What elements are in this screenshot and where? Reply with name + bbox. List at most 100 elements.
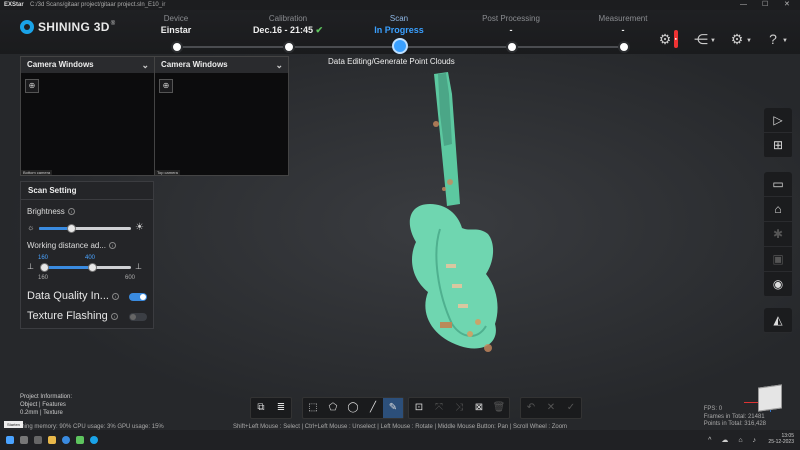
help-icon[interactable]: ? ▼ xyxy=(764,30,788,48)
camera-caption: Bottom camera xyxy=(21,170,53,175)
save-icon[interactable]: ▣ xyxy=(764,247,792,272)
rect-select-icon[interactable]: ⬚ xyxy=(303,398,323,418)
chevron-down-icon[interactable]: ⌄ xyxy=(275,57,283,73)
edit-toolbar: ⊡ ⤧ ⤨ ⊠ 🗑 xyxy=(408,397,510,419)
step-dot-device[interactable] xyxy=(171,41,183,53)
delete-icon[interactable]: 🗑 xyxy=(489,398,509,418)
pickup-3 xyxy=(458,304,468,308)
calibration-date: Dec.16 - 21:45 xyxy=(252,25,313,35)
chevron-down-icon: ▼ xyxy=(710,38,716,44)
zoom-in-icon[interactable]: ⊕ xyxy=(25,79,39,93)
step-calibration[interactable]: Calibration Dec.16 - 21:45 ✔ xyxy=(228,14,348,36)
layers-icon[interactable]: ≣ xyxy=(271,398,291,418)
distance-max-label: 600 xyxy=(125,275,136,281)
distance-slider-fill xyxy=(43,266,91,269)
select-all-icon[interactable]: ⊡ xyxy=(409,398,429,418)
polygon-select-icon[interactable]: ⬠ xyxy=(323,398,343,418)
step-device[interactable]: Device Einstar xyxy=(116,14,236,35)
texture-flashing-label: Texture Flashing i xyxy=(27,310,118,322)
undo-icon[interactable]: ↶ xyxy=(521,398,541,418)
right-toolbar-top: ▷ ⊞ xyxy=(764,108,792,158)
brush-select-icon[interactable]: ✎ xyxy=(383,398,403,418)
camera-window-bottom: Camera Windows ⌄ ⊕ Bottom camera xyxy=(20,56,155,176)
info-icon[interactable]: i xyxy=(110,312,118,320)
panel-icon[interactable]: ▭ xyxy=(764,172,792,197)
share-icon[interactable]: ⋲ ▼ xyxy=(692,30,716,48)
camera-window-header[interactable]: Camera Windows ⌄ xyxy=(21,57,154,73)
clock-date: 25-12-2023 xyxy=(768,439,794,445)
step-label: Post Processing xyxy=(482,14,540,23)
play-scan-icon[interactable]: ▷ xyxy=(764,108,792,133)
task-view-icon[interactable] xyxy=(34,436,42,444)
clock[interactable]: 13:05 25-12-2023 xyxy=(768,433,794,445)
device-status-icon[interactable]: ⚙ ● xyxy=(656,30,678,48)
step-label: Device xyxy=(163,14,189,23)
chrome-icon[interactable] xyxy=(62,436,70,444)
step-dot-measurement[interactable] xyxy=(618,41,630,53)
invert-select-icon[interactable]: ⤧ xyxy=(429,398,449,418)
offline-badge-icon: ● xyxy=(673,30,678,48)
close-icon[interactable]: ✕ xyxy=(784,0,790,10)
import-grid-icon[interactable]: ⊞ xyxy=(764,133,792,158)
data-quality-toggle[interactable] xyxy=(129,293,147,301)
minimize-icon[interactable]: — xyxy=(740,0,747,10)
file-explorer-icon[interactable] xyxy=(48,436,56,444)
distance-far-icon: ⊥ xyxy=(135,262,142,271)
info-icon[interactable]: i xyxy=(111,292,119,300)
knob-1 xyxy=(475,319,481,325)
project-path: C:/3d Scans/gitaar project/gitaar projec… xyxy=(30,2,166,8)
check-icon: ✔ xyxy=(315,25,324,35)
lasso-select-icon[interactable]: ◯ xyxy=(343,398,363,418)
deselect-icon[interactable]: ⤨ xyxy=(449,398,469,418)
info-icon[interactable]: i xyxy=(67,208,75,216)
pickup-1 xyxy=(446,264,456,268)
settings-gear-icon[interactable]: ⚙ ▼ xyxy=(728,30,752,48)
scan-setting-title: Scan Setting xyxy=(21,182,153,200)
step-dot-scan[interactable] xyxy=(392,38,408,54)
eye-icon[interactable]: ◉ xyxy=(764,272,792,297)
info-icon[interactable]: i xyxy=(109,242,117,250)
app-icon[interactable] xyxy=(76,436,84,444)
fps-readout: FPS: 0 xyxy=(703,406,723,412)
cancel-icon[interactable]: ✕ xyxy=(541,398,561,418)
windows-start-icon[interactable] xyxy=(6,436,14,444)
confirm-icon[interactable]: ✓ xyxy=(561,398,581,418)
fit-view-icon[interactable]: ⧉ xyxy=(251,398,271,418)
step-value: In Progress xyxy=(374,25,424,35)
camera-window-title: Camera Windows xyxy=(27,60,94,69)
data-quality-label: Data Quality In... i xyxy=(27,290,119,302)
texture-flashing-toggle[interactable] xyxy=(129,313,147,321)
project-info-title: Project Information: xyxy=(20,394,73,400)
line-select-icon[interactable]: ╱ xyxy=(363,398,383,418)
step-value: - xyxy=(509,25,513,35)
distance-high-knob[interactable] xyxy=(88,263,97,272)
select-connected-icon[interactable]: ⊠ xyxy=(469,398,489,418)
right-toolbar-bottom: ◭ xyxy=(764,308,792,333)
distance-near-icon: ⊥ xyxy=(27,262,34,271)
puzzle-icon[interactable]: ✱ xyxy=(764,222,792,247)
working-distance-label: Working distance ad... i xyxy=(27,241,117,250)
scan-setting-panel: Scan Setting Brightness i ☼ ☀ Working dis… xyxy=(20,181,154,329)
toggle-knob xyxy=(140,294,146,300)
brightness-slider-knob[interactable] xyxy=(67,224,77,233)
camera-window-header[interactable]: Camera Windows ⌄ xyxy=(155,57,288,73)
step-value: Einstar xyxy=(160,25,192,35)
step-dot-calibration[interactable] xyxy=(283,41,295,53)
view-cube-icon[interactable] xyxy=(758,384,782,412)
distance-low-knob[interactable] xyxy=(40,263,49,272)
step-scan[interactable]: Scan In Progress xyxy=(339,14,459,35)
step-dot-post-processing[interactable] xyxy=(506,41,518,53)
search-icon[interactable] xyxy=(20,436,28,444)
mesh-icon[interactable]: ◭ xyxy=(764,308,792,333)
pickup-2 xyxy=(452,284,462,288)
right-toolbar-middle: ▭ ⌂ ✱ ▣ ◉ xyxy=(764,172,792,297)
chevron-down-icon[interactable]: ⌄ xyxy=(141,57,149,73)
selection-toolbar: ⬚ ⬠ ◯ ╱ ✎ xyxy=(302,397,404,419)
step-post-processing[interactable]: Post Processing - xyxy=(451,14,571,35)
system-tray-icons[interactable]: ^ ☁ ⌂ ♪ xyxy=(708,436,760,444)
distance-low-value: 160 xyxy=(38,255,49,261)
maximize-icon[interactable]: ☐ xyxy=(762,0,768,10)
exstar-taskbar-icon[interactable] xyxy=(90,436,98,444)
markers-icon[interactable]: ⌂ xyxy=(764,197,792,222)
zoom-in-icon[interactable]: ⊕ xyxy=(159,79,173,93)
